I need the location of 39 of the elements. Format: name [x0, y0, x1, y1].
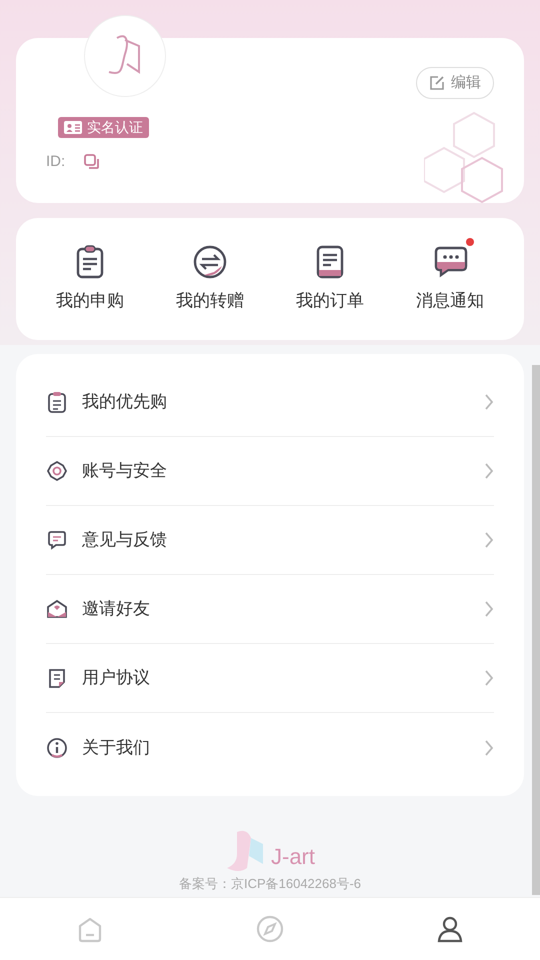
menu-item[interactable]: 用户协议: [46, 644, 494, 713]
menu-label: 账号与安全: [82, 460, 167, 482]
menu-label: 用户协议: [82, 667, 150, 690]
message-icon: [46, 529, 68, 551]
chevron-right-icon: [484, 669, 494, 687]
document-icon: [46, 667, 68, 689]
exchange-icon: [192, 244, 228, 280]
menu-label: 意见与反馈: [82, 529, 167, 552]
shortcut-button[interactable]: 我的转赠: [150, 218, 270, 340]
id-card-icon: [64, 121, 82, 134]
envelope-icon: [46, 598, 68, 620]
record-number: 备案号：京ICP备16042268号-6: [178, 875, 362, 893]
copy-icon[interactable]: [83, 153, 102, 172]
gear-icon: [46, 460, 68, 482]
shortcut-button[interactable]: 消息通知: [390, 218, 510, 340]
chevron-right-icon: [484, 531, 494, 549]
shortcut-button[interactable]: 我的申购: [30, 218, 150, 340]
id-label: ID:: [46, 152, 66, 172]
menu-label: 邀请好友: [82, 598, 150, 620]
menu-item[interactable]: 关于我们: [46, 713, 494, 782]
info-icon: [46, 736, 68, 758]
menu-item[interactable]: 我的优先购: [46, 368, 494, 437]
edit-button[interactable]: 编辑: [416, 67, 494, 99]
menu-item[interactable]: 意见与反馈: [46, 506, 494, 575]
menu-label: 关于我们: [82, 736, 150, 759]
shortcut-button[interactable]: 我的订单: [270, 218, 390, 340]
compass-icon: [255, 914, 285, 944]
chevron-right-icon: [484, 393, 494, 411]
menu-label: 我的优先购: [82, 391, 167, 414]
brand-name: J-art: [271, 846, 315, 868]
menu-item[interactable]: 邀请好友: [46, 575, 494, 644]
menu-item[interactable]: 账号与安全: [46, 437, 494, 506]
scrollbar[interactable]: [532, 365, 540, 895]
chevron-right-icon: [484, 738, 494, 756]
clipboard-icon: [46, 391, 68, 413]
edit-icon: [429, 75, 445, 91]
person-icon: [435, 914, 465, 944]
chevron-right-icon: [484, 600, 494, 618]
chevron-right-icon: [484, 462, 494, 480]
